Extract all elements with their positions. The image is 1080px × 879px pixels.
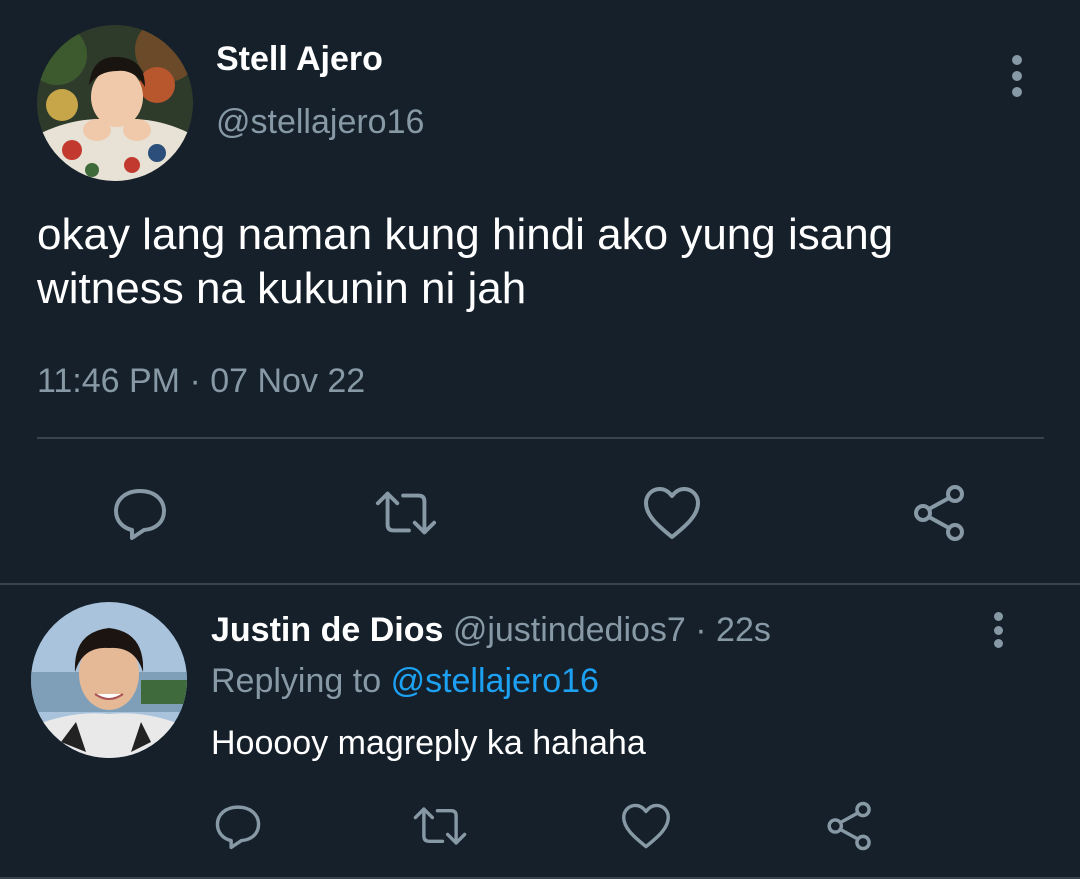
divider [0, 583, 1080, 585]
reply-icon[interactable] [108, 484, 172, 542]
reply-meta: @justindedios7 · 22s [452, 611, 771, 649]
like-icon[interactable] [640, 484, 704, 542]
reply-icon[interactable] [210, 800, 266, 852]
tweet-text: okay lang naman kung hindi ako yung isan… [37, 210, 894, 313]
main-tweet: Stell Ajero @stellajero16 okay lang nama… [0, 0, 1080, 584]
share-icon[interactable] [822, 800, 878, 852]
reply-avatar[interactable] [31, 602, 187, 758]
tweet-thread: Stell Ajero @stellajero16 okay lang nama… [0, 0, 1080, 879]
dot [1012, 71, 1022, 81]
more-options-icon[interactable] [984, 612, 1012, 648]
more-options-icon[interactable] [1000, 55, 1034, 97]
replying-to-label: Replying to [211, 662, 382, 700]
reply-header: Justin de Dios @justindedios7 · 22s [211, 611, 771, 650]
replying-to-handle[interactable]: @stellajero16 [391, 662, 599, 700]
dot [1012, 55, 1022, 65]
replying-to: Replying to @stellajero16 [211, 662, 599, 701]
dot [993, 612, 1003, 621]
dot [1012, 87, 1022, 97]
dot [993, 639, 1003, 648]
retweet-icon[interactable] [374, 484, 438, 542]
dot [993, 625, 1003, 635]
share-icon[interactable] [908, 484, 972, 542]
tweet-timestamp[interactable]: 11:46 PM · 07 Nov 22 [37, 362, 365, 401]
avatar-image [31, 602, 187, 758]
avatar[interactable] [37, 25, 193, 181]
divider [37, 437, 1044, 439]
reply-author-name[interactable]: Justin de Dios [211, 611, 443, 649]
retweet-icon[interactable] [412, 800, 468, 852]
like-icon[interactable] [618, 800, 674, 852]
avatar-image [37, 25, 193, 181]
reply-text: Hooooy magreply ka hahaha [211, 724, 646, 762]
author-handle[interactable]: @stellajero16 [216, 103, 424, 142]
author-name[interactable]: Stell Ajero [216, 40, 383, 79]
